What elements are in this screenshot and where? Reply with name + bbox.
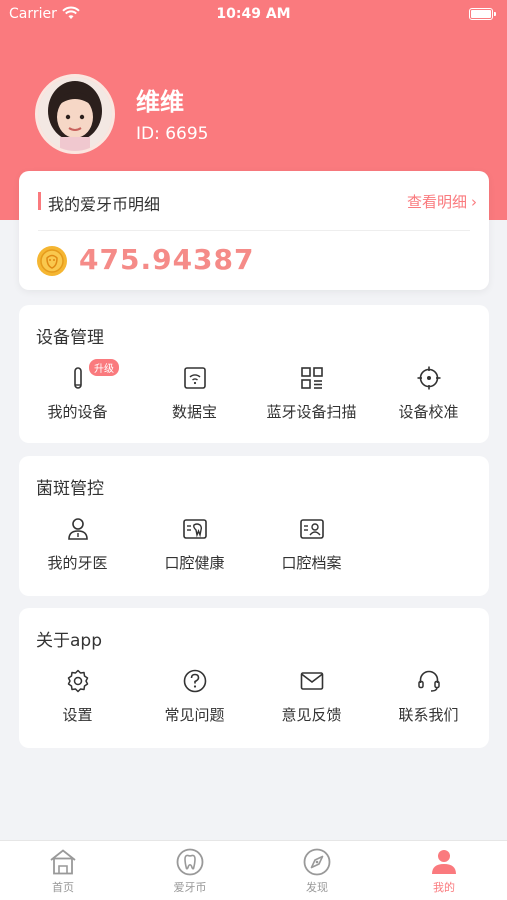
coin-card-title: 我的爱牙币明细 [48, 195, 161, 214]
faq-button[interactable]: 常见问题 [136, 668, 253, 728]
oral-record-icon [299, 516, 325, 542]
clock: 10:49 AM [216, 6, 291, 22]
coin-icon [36, 245, 68, 277]
my-device-button[interactable]: 升级 我的设备 [19, 359, 136, 425]
item-label: 口腔档案 [281, 554, 342, 572]
tab-label: 我的 [433, 881, 455, 894]
item-label: 我的设备 [47, 403, 108, 421]
upgrade-badge: 升级 [89, 359, 119, 376]
section-title: 菌斑管控 [36, 479, 104, 499]
settings-button[interactable]: 设置 [19, 668, 136, 728]
my-dentist-button[interactable]: 我的牙医 [19, 516, 136, 576]
item-label: 口腔健康 [164, 554, 225, 572]
item-label: 蓝牙设备扫描 [266, 403, 357, 421]
oral-record-button[interactable]: 口腔档案 [253, 516, 370, 576]
user-name: 维维 [136, 88, 184, 116]
status-bar: Carrier 10:49 AM [0, 0, 507, 30]
coin-card: 我的爱牙币明细 查看明细 › 475.94387 [19, 171, 489, 290]
divider [38, 230, 470, 231]
device-management-section: 设备管理 升级 我的设备 数据宝 蓝牙设备扫描 设备校准 [19, 305, 489, 443]
tab-bar: 首页 爱牙币 发现 我的 [0, 840, 507, 900]
chevron-right-icon: › [471, 193, 477, 211]
tab-tooth-coin[interactable]: 爱牙币 [127, 847, 253, 895]
compass-icon [302, 847, 332, 877]
item-label: 意见反馈 [281, 706, 342, 724]
item-label: 数据宝 [171, 403, 217, 421]
title-accent-bar [38, 192, 41, 210]
view-detail-label: 查看明细 [406, 193, 467, 211]
view-detail-link[interactable]: 查看明细 › [407, 191, 477, 212]
question-icon [182, 668, 208, 694]
item-label: 设置 [62, 706, 93, 724]
battery-icon [469, 8, 496, 20]
about-app-section: 关于app 设置 常见问题 意见反馈 联系我们 [19, 608, 489, 748]
person-icon [429, 847, 459, 877]
tab-label: 爱牙币 [173, 881, 207, 894]
plaque-control-section: 菌斑管控 我的牙医 口腔健康 口腔档案 [19, 456, 489, 596]
mail-icon [299, 668, 325, 694]
section-title: 设备管理 [36, 328, 104, 348]
data-box-button[interactable]: 数据宝 [136, 365, 253, 425]
contact-us-button[interactable]: 联系我们 [370, 668, 487, 728]
tab-home[interactable]: 首页 [0, 847, 126, 895]
section-title: 关于app [36, 631, 102, 651]
tab-label: 发现 [306, 881, 328, 894]
item-label: 设备校准 [398, 403, 459, 421]
tab-mine[interactable]: 我的 [381, 847, 507, 895]
gear-icon [65, 668, 91, 694]
wifi-box-icon [182, 365, 208, 391]
qr-scan-icon [299, 365, 325, 391]
avatar[interactable] [35, 74, 115, 154]
dentist-icon [65, 516, 91, 542]
item-label: 联系我们 [398, 706, 459, 724]
feedback-button[interactable]: 意见反馈 [253, 668, 370, 728]
item-label: 常见问题 [164, 706, 225, 724]
oral-health-icon [182, 516, 208, 542]
crosshair-icon [416, 365, 442, 391]
tooth-coin-icon [175, 847, 205, 877]
bluetooth-scan-button[interactable]: 蓝牙设备扫描 [253, 365, 370, 425]
headset-icon [416, 668, 442, 694]
coin-amount: 475.94387 [79, 243, 255, 276]
oral-health-button[interactable]: 口腔健康 [136, 516, 253, 576]
tab-label: 首页 [52, 881, 74, 894]
item-label: 我的牙医 [47, 554, 108, 572]
home-icon [48, 847, 78, 877]
user-id: ID: 6695 [136, 124, 209, 144]
tab-discover[interactable]: 发现 [254, 847, 380, 895]
toothbrush-icon [65, 365, 91, 391]
device-calibration-button[interactable]: 设备校准 [370, 365, 487, 425]
